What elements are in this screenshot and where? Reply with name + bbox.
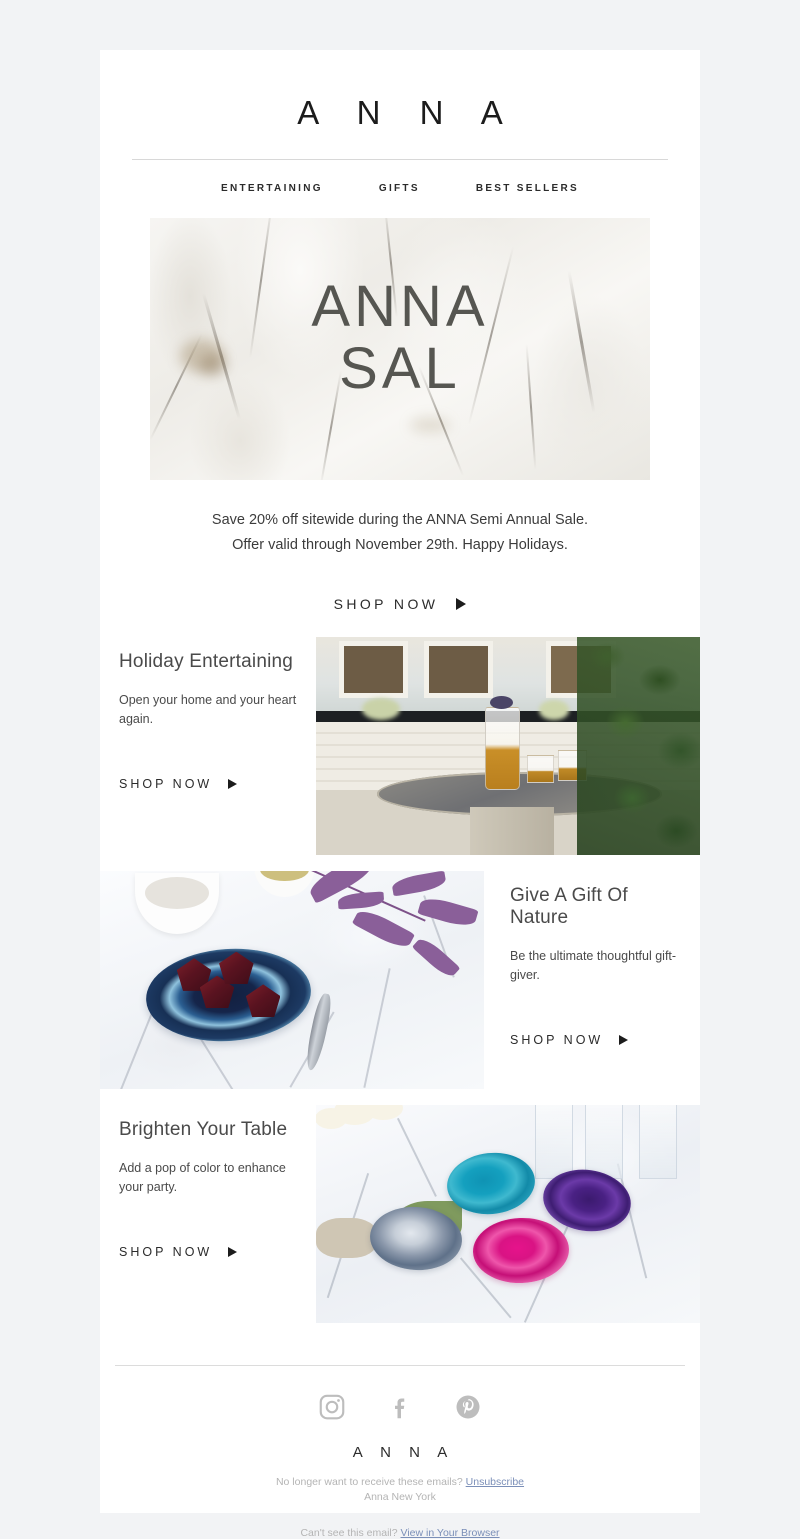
email-page: A N N A ENTERTAINING GIFTS BEST SELLERS … [0,0,800,1539]
section-2-shop-now-button[interactable]: SHOP NOW [510,1033,690,1047]
section-holiday-entertaining: Holiday Entertaining Open your home and … [100,637,700,871]
section-3-title: Brighten Your Table [119,1119,288,1140]
brand-logo: A N N A [297,94,518,131]
intro-copy: Save 20% off sitewide during the ANNA Se… [211,512,589,553]
section-1-title: Holiday Entertaining [119,651,294,672]
nav-bar: ENTERTAINING GIFTS BEST SELLERS [100,183,700,194]
section-3-subtitle: Add a pop of color to enhance your party… [119,1161,286,1194]
social-links [100,1392,700,1422]
footer-divider [115,1365,685,1366]
pinterest-icon[interactable] [453,1392,483,1422]
section-3-shop-now-label: SHOP NOW [119,1245,213,1259]
nav-item-entertaining[interactable]: ENTERTAINING [221,183,323,194]
section-1-image[interactable] [316,637,700,855]
view-in-browser-prefix: Can't see this email? [300,1527,401,1539]
unsubscribe-line: No longer want to receive these emails? … [100,1475,700,1505]
facebook-icon[interactable] [385,1392,415,1422]
nav-item-gifts[interactable]: GIFTS [379,183,420,194]
section-1-shop-now-button[interactable]: SHOP NOW [119,777,309,791]
section-3-image[interactable] [316,1105,700,1323]
section-brighten-your-table: Brighten Your Table Add a pop of color t… [100,1105,700,1339]
section-3-text: Brighten Your Table Add a pop of color t… [119,1119,309,1259]
view-in-browser-line: Can't see this email? View in Your Brows… [100,1527,700,1539]
section-1-subtitle: Open your home and your heart again. [119,693,297,726]
hero-shop-now-label: SHOP NOW [333,596,439,612]
view-in-browser-link[interactable]: View in Your Browser [401,1527,500,1539]
play-triangle-icon [228,779,238,789]
email-card: A N N A ENTERTAINING GIFTS BEST SELLERS … [100,50,700,1539]
unsubscribe-link[interactable]: Unsubscribe [466,1476,524,1488]
company-address: Anna New York [364,1491,436,1503]
section-2-title: Give A Gift Of Nature [510,885,628,928]
play-triangle-icon [228,1247,238,1257]
section-2-shop-now-label: SHOP NOW [510,1033,604,1047]
play-triangle-icon [619,1035,629,1045]
section-1-shop-now-label: SHOP NOW [119,777,213,791]
nav-item-best-sellers[interactable]: BEST SELLERS [476,183,579,194]
hero-banner[interactable]: ANNA SAL [150,218,650,480]
instagram-icon[interactable] [317,1392,347,1422]
unsubscribe-prefix: No longer want to receive these emails? [275,1476,466,1488]
hero-title: ANNA SAL [311,274,489,401]
section-2-subtitle: Be the ultimate thoughtful gift-giver. [510,949,677,982]
header-divider [132,159,668,160]
section-give-a-gift-of-nature: Give A Gift Of Nature Be the ultimate th… [100,871,700,1105]
section-2-text: Give A Gift Of Nature Be the ultimate th… [510,885,690,1047]
section-2-image[interactable] [100,871,484,1089]
footer-brand-logo: A N N A [352,1444,455,1461]
section-3-shop-now-button[interactable]: SHOP NOW [119,1245,309,1259]
play-triangle-icon [456,598,467,610]
hero-shop-now-button[interactable]: SHOP NOW [100,596,700,612]
section-1-text: Holiday Entertaining Open your home and … [119,651,309,791]
